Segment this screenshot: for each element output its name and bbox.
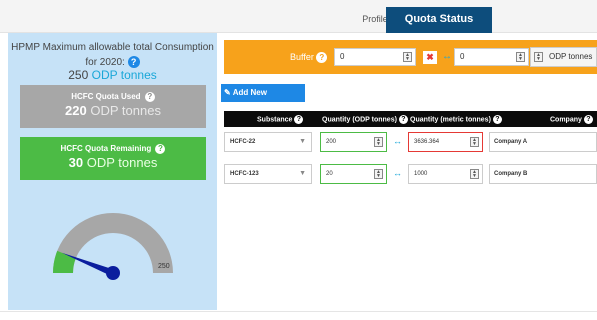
quota-remaining-value: 30 ODP tonnes: [20, 155, 206, 170]
quantity-odp-input[interactable]: 20 ▲ ▼: [320, 164, 387, 184]
allocation-table-header: Substance ? Quantity (ODP tonnes) ? Quan…: [224, 111, 597, 127]
total-value: 250: [68, 68, 89, 82]
quota-used-unit: ODP tonnes: [90, 103, 161, 118]
spinner-icon[interactable]: ▲ ▼: [470, 169, 479, 179]
quantity-metric-value: 1000: [414, 171, 428, 177]
company-select[interactable]: Company A: [489, 132, 597, 152]
buffer-label: Buffer ?: [290, 52, 328, 64]
help-icon[interactable]: ?: [492, 115, 502, 124]
consumption-title: HPMP Maximum allowable total Consumption…: [8, 40, 217, 70]
total-unit: ODP tonnes: [91, 68, 157, 82]
spinner-icon[interactable]: ▲ ▼: [374, 137, 383, 147]
header-substance: Substance ?: [257, 115, 304, 124]
help-icon[interactable]: ?: [155, 144, 166, 154]
help-icon[interactable]: ?: [316, 52, 328, 64]
quantity-odp-value: 200: [326, 139, 337, 145]
clear-x-icon[interactable]: ✖: [423, 51, 437, 64]
swap-arrows-icon: ↔: [442, 51, 452, 62]
tab-quota-status[interactable]: Quota Status: [386, 7, 492, 33]
buffer-label-text: Buffer: [290, 52, 314, 62]
consumption-title-text: HPMP Maximum allowable total Consumption…: [11, 42, 214, 68]
top-navigation-bar: Profile Quota Status: [0, 0, 597, 33]
buffer-value-input[interactable]: 0 ▲ ▼: [334, 48, 416, 66]
total-consumption: 250 ODP tonnes: [8, 68, 217, 82]
header-quantity-odp-text: Quantity (ODP tonnes): [322, 116, 397, 124]
spinner-icon[interactable]: ▲ ▼: [403, 52, 412, 62]
header-quantity-metric: Quantity (metric tonnes) ?: [410, 115, 502, 124]
help-icon[interactable]: ?: [127, 56, 140, 69]
spinner-icon[interactable]: ▲ ▼: [534, 52, 543, 62]
allocation-row: HCFC-123 ▼ 20 ▲ ▼ ↔ 1000 ▲ ▼ Company B: [224, 163, 597, 185]
swap-arrows-icon: ↔: [393, 168, 402, 178]
quota-used-value: 220 ODP tonnes: [20, 103, 206, 118]
quota-used-label-text: HCFC Quota Used: [71, 92, 141, 102]
gauge-needle-hub: [106, 266, 120, 280]
header-company: Company ?: [550, 115, 593, 124]
quota-used-number: 220: [65, 103, 87, 118]
add-new-allocation-button[interactable]: ✎Add New Allocation: [221, 84, 305, 115]
gauge-max-label: 250: [158, 263, 170, 270]
header-company-text: Company: [550, 116, 582, 124]
help-icon[interactable]: ?: [583, 115, 593, 124]
swap-arrows-icon: ↔: [393, 136, 402, 146]
company-value: Company A: [494, 139, 528, 145]
substance-select[interactable]: HCFC-22 ▼: [224, 132, 312, 152]
quota-remaining-label-text: HCFC Quota Remaining: [60, 144, 152, 154]
substance-value: HCFC-22: [230, 139, 256, 145]
help-icon[interactable]: ?: [398, 115, 408, 124]
quantity-metric-input[interactable]: 3636.364 ▲ ▼: [408, 132, 483, 152]
edit-pen-icon: ✎: [224, 88, 231, 97]
quota-used-label: HCFC Quota Used ?: [20, 92, 206, 102]
buffer-unit-text: ODP tonnes: [549, 52, 593, 61]
chevron-down-icon: ▼: [299, 170, 306, 177]
buffer-unit-field[interactable]: ▲ ▼ ODP tonnes: [530, 47, 597, 67]
buffer-odp-text: 0: [460, 52, 465, 61]
quota-remaining-number: 30: [68, 155, 84, 170]
help-icon[interactable]: ?: [294, 115, 304, 124]
footer-divider: [0, 311, 597, 312]
header-quantity-metric-text: Quantity (metric tonnes): [410, 116, 491, 124]
quota-gauge: [53, 213, 173, 280]
quantity-odp-value: 20: [326, 171, 333, 177]
quantity-metric-value: 3636.364: [414, 139, 440, 145]
quota-summary-panel: HPMP Maximum allowable total Consumption…: [8, 33, 217, 310]
buffer-value-text: 0: [340, 52, 345, 61]
company-select[interactable]: Company B: [489, 164, 597, 184]
header-quantity-odp: Quantity (ODP tonnes) ?: [322, 115, 408, 124]
substance-select[interactable]: HCFC-123 ▼: [224, 164, 312, 184]
quota-remaining-unit: ODP tonnes: [86, 155, 158, 170]
buffer-odp-input[interactable]: 0 ▲ ▼: [454, 48, 529, 66]
quota-remaining-label: HCFC Quota Remaining ?: [20, 144, 206, 154]
spinner-icon[interactable]: ▲ ▼: [374, 169, 383, 179]
buffer-bar: Buffer ? 0 ▲ ▼ ✖ ↔ 0 ▲ ▼ ▲ ▼ ODP tonnes: [224, 40, 597, 74]
spinner-icon[interactable]: ▲ ▼: [516, 52, 525, 62]
chevron-down-icon: ▼: [299, 138, 306, 145]
help-icon[interactable]: ?: [144, 92, 155, 102]
quantity-odp-input[interactable]: 200 ▲ ▼: [320, 132, 387, 152]
header-substance-text: Substance: [257, 116, 293, 124]
company-value: Company B: [494, 171, 528, 177]
quota-remaining-card: HCFC Quota Remaining ? 30 ODP tonnes: [20, 137, 206, 180]
spinner-icon[interactable]: ▲ ▼: [470, 137, 479, 147]
quantity-metric-input[interactable]: 1000 ▲ ▼: [408, 164, 483, 184]
quota-used-card: HCFC Quota Used ? 220 ODP tonnes: [20, 85, 206, 128]
substance-value: HCFC-123: [230, 171, 259, 177]
allocation-row: HCFC-22 ▼ 200 ▲ ▼ ↔ 3636.364 ▲ ▼ Company A: [224, 131, 597, 153]
